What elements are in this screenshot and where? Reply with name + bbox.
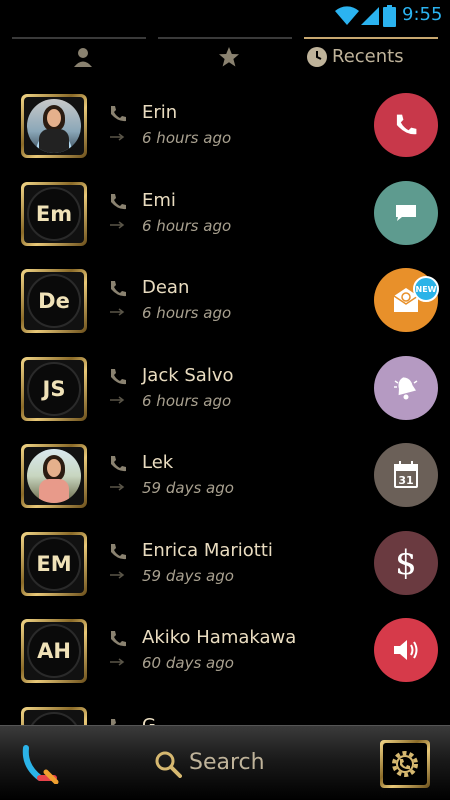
call-time: 59 days ago bbox=[142, 479, 234, 497]
tab-recents[interactable]: Recents bbox=[304, 32, 438, 80]
phone-icon bbox=[111, 718, 116, 725]
gear-icon bbox=[392, 751, 418, 777]
status-bar: 9:55 bbox=[0, 0, 450, 32]
speaker-icon bbox=[394, 640, 418, 660]
avatar[interactable] bbox=[21, 94, 87, 158]
notifications-button[interactable] bbox=[374, 355, 438, 420]
avatar[interactable] bbox=[21, 706, 87, 725]
call-time: 6 hours ago bbox=[142, 304, 232, 322]
contact-name: Emi bbox=[142, 189, 176, 211]
search-icon[interactable] bbox=[154, 750, 182, 778]
avatar-photo bbox=[27, 99, 81, 153]
avatar[interactable]: Em bbox=[21, 181, 87, 246]
search-button[interactable]: Search bbox=[189, 750, 265, 775]
contact-name: Lek bbox=[142, 452, 174, 473]
avatar[interactable] bbox=[21, 444, 87, 508]
tab-indicator bbox=[12, 37, 146, 39]
call-log-row[interactable]: JS Jack Salvo 6 hours ago bbox=[0, 343, 450, 431]
avatar-initials: AH bbox=[27, 624, 81, 678]
contact-name: Akiko Hamakawa bbox=[142, 627, 297, 648]
outgoing-arrow-icon bbox=[110, 308, 125, 316]
payment-button[interactable]: $ bbox=[374, 530, 438, 595]
call-button[interactable] bbox=[374, 93, 438, 157]
avatar-initials: JS bbox=[27, 361, 81, 416]
tab-recents-label: Recents bbox=[332, 46, 404, 67]
outgoing-arrow-icon bbox=[110, 395, 125, 404]
avatar-initials: De bbox=[27, 274, 81, 328]
phone-icon bbox=[111, 631, 126, 647]
contact-name: Dean bbox=[142, 277, 190, 298]
avatar-initials: EM bbox=[27, 536, 81, 591]
calendar-button[interactable]: 31 bbox=[374, 443, 438, 507]
star-icon bbox=[219, 47, 239, 67]
calendar-icon: 31 bbox=[394, 461, 418, 488]
volume-button[interactable] bbox=[374, 618, 438, 682]
avatar-initials bbox=[27, 711, 81, 725]
call-time: 6 hours ago bbox=[142, 216, 232, 235]
call-log-row[interactable]: Em Emi 6 hours ago bbox=[0, 168, 450, 256]
phone-icon bbox=[111, 456, 126, 472]
call-log-row[interactable]: AH Akiko Hamakawa 60 days ago bbox=[0, 605, 450, 693]
settings-button[interactable] bbox=[380, 740, 430, 788]
calendar-day-label: 31 bbox=[398, 474, 413, 487]
recents-list[interactable]: Erin 6 hours ago Em Emi 6 hours ago De D… bbox=[0, 80, 450, 725]
clock-time: 9:55 bbox=[402, 4, 443, 25]
bottom-bar: Search bbox=[0, 725, 450, 800]
contact-name: Erin bbox=[142, 102, 178, 123]
phone-icon bbox=[111, 193, 126, 209]
contact-name: Enrica Mariotti bbox=[142, 539, 273, 561]
contact-name: G bbox=[142, 714, 156, 726]
clock-icon bbox=[307, 47, 327, 67]
contact-name: Jack Salvo bbox=[142, 364, 234, 386]
signal-icon bbox=[361, 7, 379, 25]
outgoing-arrow-icon bbox=[110, 220, 125, 229]
phone-icon bbox=[111, 106, 126, 122]
message-button[interactable] bbox=[374, 180, 438, 245]
outgoing-arrow-icon bbox=[110, 483, 125, 491]
call-log-row[interactable]: Erin 6 hours ago bbox=[0, 80, 450, 168]
tab-indicator bbox=[158, 37, 292, 39]
dialer-logo-icon[interactable] bbox=[20, 744, 60, 784]
avatar[interactable]: AH bbox=[21, 619, 87, 683]
bell-icon bbox=[394, 376, 418, 399]
tab-indicator bbox=[304, 37, 438, 39]
phone-icon bbox=[111, 281, 126, 297]
wifi-icon bbox=[335, 6, 359, 26]
tab-bar: Recents bbox=[0, 32, 450, 80]
person-icon bbox=[74, 48, 92, 67]
avatar[interactable]: EM bbox=[21, 531, 87, 596]
avatar-initials: Em bbox=[27, 186, 81, 241]
outgoing-arrow-icon bbox=[110, 133, 125, 141]
dollar-icon: $ bbox=[395, 542, 417, 583]
phone-icon bbox=[111, 543, 126, 559]
call-log-row[interactable]: EM Enrica Mariotti 59 days ago $ bbox=[0, 518, 450, 606]
outgoing-arrow-icon bbox=[110, 570, 125, 579]
new-badge: NEW bbox=[413, 276, 439, 302]
chat-icon bbox=[396, 204, 416, 221]
call-log-row[interactable]: De Dean 6 hours ago bbox=[0, 255, 450, 343]
phone-icon bbox=[111, 368, 126, 384]
call-time: 60 days ago bbox=[142, 654, 234, 672]
tab-favorites[interactable] bbox=[158, 32, 292, 80]
call-log-row[interactable]: G bbox=[0, 693, 450, 726]
phone-icon bbox=[396, 114, 417, 135]
avatar-photo bbox=[27, 449, 81, 503]
battery-icon bbox=[383, 5, 396, 27]
outgoing-arrow-icon bbox=[110, 658, 125, 666]
avatar[interactable]: De bbox=[21, 269, 87, 333]
call-log-row[interactable]: Lek 59 days ago 31 bbox=[0, 430, 450, 518]
call-time: 59 days ago bbox=[142, 566, 234, 585]
call-time: 6 hours ago bbox=[142, 129, 232, 147]
call-time: 6 hours ago bbox=[142, 391, 232, 410]
avatar[interactable]: JS bbox=[21, 356, 87, 421]
tab-contacts[interactable] bbox=[12, 32, 146, 80]
